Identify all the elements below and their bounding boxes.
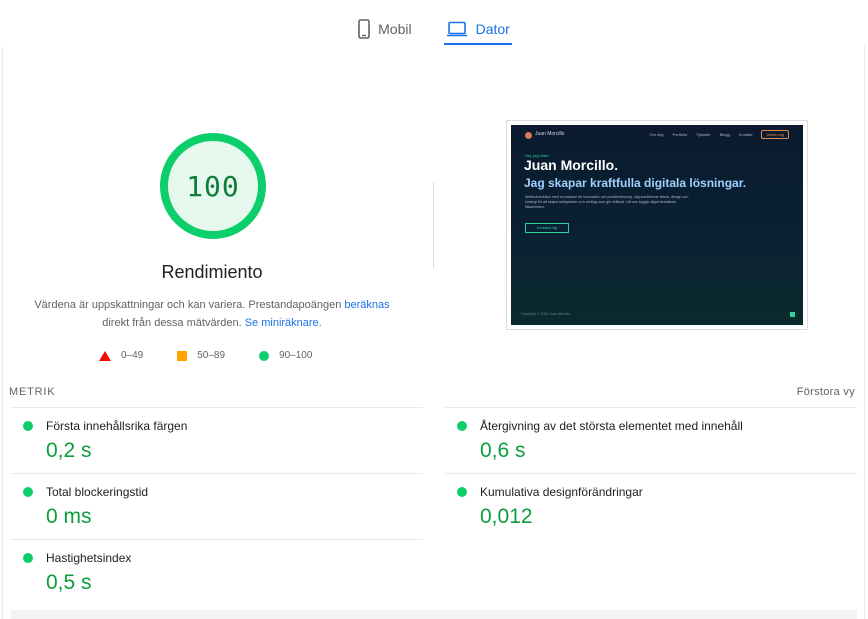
metrics-label: METRIK [9,386,56,398]
metric-title: Hastighetsindex [46,551,132,565]
site-nav: Om mig Portfolio Tjänster Blogg Kontakt … [649,130,789,139]
performance-gauge[interactable]: 100 [159,132,267,240]
legend-pass: 90–100 [259,350,312,361]
metric-title: Återgivning av det största elementet med… [480,419,743,433]
legend-fail: 0–49 [99,350,143,361]
category-description: Värdena är uppskattningar och kan varier… [23,296,401,332]
tab-desktop-label: Dator [475,20,510,37]
site-logo-icon [525,132,532,139]
metric-title: Första innehållsrika färgen [46,419,188,433]
bottom-band [11,610,857,619]
metric-fcp: Första innehållsrika färgen 0,2 s [11,407,423,473]
site-headline: Juan Morcillo. [524,157,619,173]
pass-circle-icon [23,421,33,431]
metric-value: 0,5 s [46,571,92,594]
metrics-header: METRIK Förstora vy [9,386,855,398]
calculator-link[interactable]: Se miniräknare. [245,317,322,329]
site-nav-item: Blogg [719,132,730,137]
legend-pass-range: 90–100 [279,350,313,361]
site-corner-icon [790,312,795,317]
laptop-icon [446,21,467,36]
pass-circle-icon [457,421,467,431]
legend-fail-range: 0–49 [121,350,144,361]
description-text-2: direkt från dessa mätvärden. [102,317,242,329]
tab-mobile[interactable]: Mobil [356,12,413,45]
site-logo-text: Juan Morcillo [535,131,565,137]
calculated-link[interactable]: beräknas [344,299,389,311]
metric-value: 0,6 s [480,439,526,462]
gauge-score: 100 [186,169,240,203]
site-nav-item: Tjänster [696,132,711,137]
legend-average: 50–89 [177,350,225,361]
final-screenshot[interactable]: Juan Morcillo Om mig Portfolio Tjänster … [506,120,808,330]
pass-circle-icon [457,487,467,497]
metric-value: 0,2 s [46,439,92,462]
site-nav-item: Kontakt [738,132,753,137]
metric-cls: Kumulativa designförändringar 0,012 [445,473,857,539]
site-nav-item: Portfolio [672,132,688,137]
vertical-divider [433,182,434,268]
pass-circle-icon [23,487,33,497]
metric-tbt: Total blockeringstid 0 ms [11,473,423,539]
metric-speed-index: Hastighetsindex 0,5 s [11,539,423,605]
screenshot-page: Juan Morcillo Om mig Portfolio Tjänster … [511,125,803,325]
legend-average-range: 50–89 [197,350,226,361]
circle-icon [259,350,270,361]
metrics-column-left: Första innehållsrika färgen 0,2 s Total … [11,407,423,605]
metric-title: Kumulativa designförändringar [480,485,643,499]
category-title: Rendimiento [161,262,263,282]
square-icon [177,350,188,361]
site-subheadline: Jag skapar kraftfulla digitala lösningar… [524,176,747,190]
site-button: Kontakta mig [525,223,569,233]
device-tabs: Mobil Dator [0,0,868,46]
description-text: Värdena är uppskattningar och kan varier… [34,299,345,311]
site-cta: Anlita mig [761,130,789,139]
score-legend: 0–49 50–89 90–100 [99,350,312,361]
tab-desktop[interactable]: Dator [443,12,513,45]
metric-value: 0 ms [46,505,92,528]
site-nav-item: Om mig [649,132,664,137]
metric-lcp: Återgivning av det största elementet med… [445,407,857,473]
site-body-text: Webbutvecklare med en passion för innova… [525,195,689,209]
metrics-column-right: Återgivning av det största elementet med… [445,407,857,539]
tab-mobile-label: Mobil [378,20,412,37]
pass-circle-icon [23,553,33,563]
expand-view-toggle[interactable]: Förstora vy [797,386,855,398]
metric-title: Total blockeringstid [46,485,149,499]
triangle-icon [99,350,111,361]
metric-value: 0,012 [480,505,533,528]
mobile-phone-icon [358,18,370,39]
report-frame: 100 Rendimiento Värdena är uppskattninga… [2,46,865,619]
site-footer: Copyright © 2024 Juan Morcillo [521,312,570,316]
